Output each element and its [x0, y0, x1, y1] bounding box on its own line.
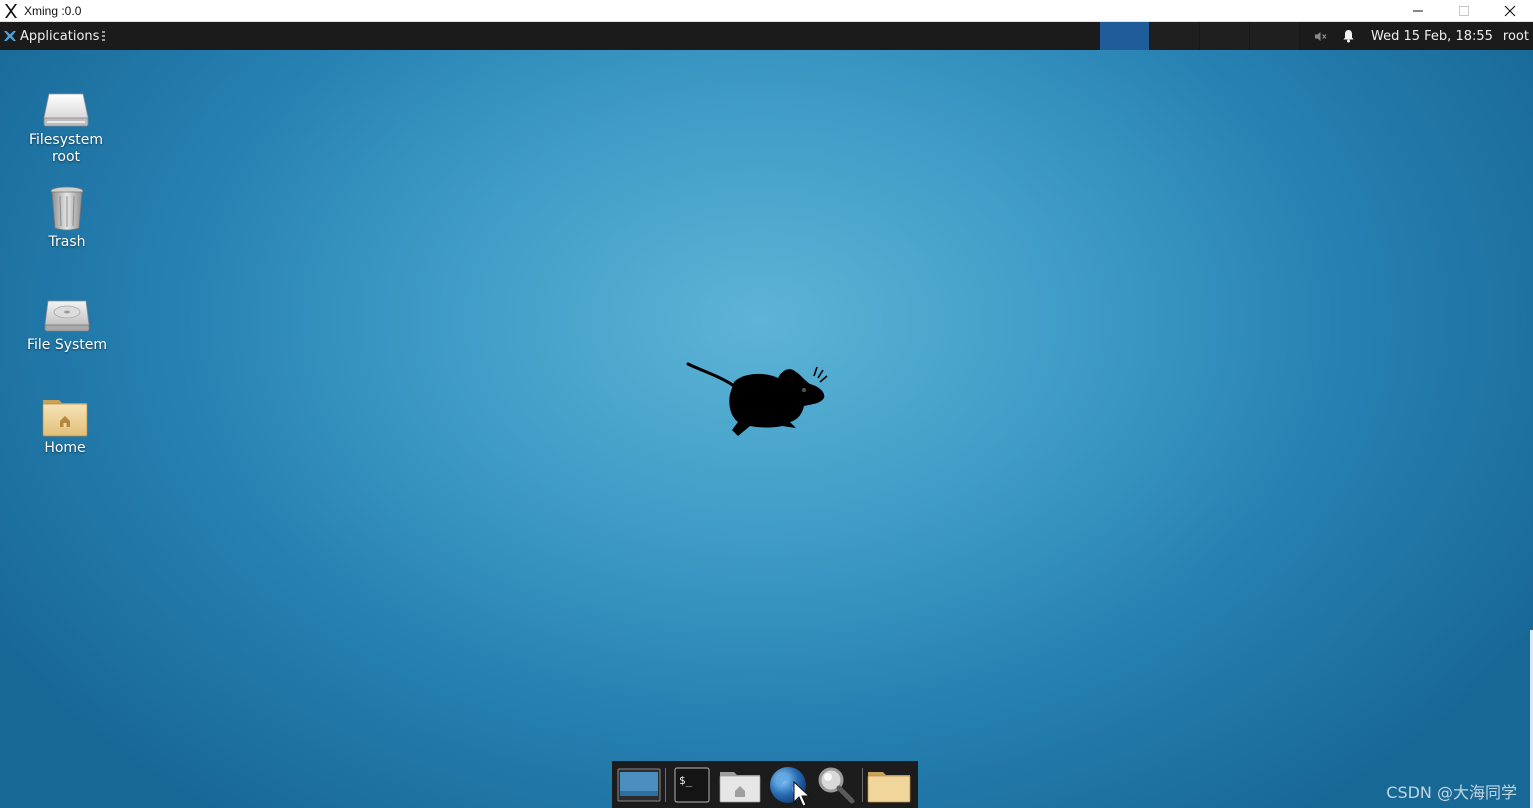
panel-handle-icon [102, 31, 106, 41]
applications-menu-label: Applications [20, 28, 100, 44]
desktop-icon-label: File System [26, 337, 108, 353]
dock-folder[interactable] [865, 763, 913, 807]
terminal-icon: $_ [674, 766, 710, 803]
dock-separator [862, 767, 863, 802]
home-folder-icon [39, 388, 91, 438]
xfce-icon [4, 31, 16, 41]
desktop-icon-label: root [51, 149, 81, 165]
window-titlebar: Xming :0.0 [0, 0, 1533, 22]
panel-clock[interactable]: Wed 15 Feb, 18:55 [1371, 29, 1493, 44]
window-controls [1395, 0, 1533, 22]
dock-separator [665, 767, 666, 802]
close-icon [1504, 5, 1516, 17]
desktop[interactable]: Filesystem root Trash File System Home $… [0, 50, 1533, 808]
maximize-icon [1459, 6, 1469, 16]
desktop-icon-file-system[interactable]: File System [17, 285, 117, 354]
maximize-button[interactable] [1441, 0, 1487, 22]
folder-icon [867, 771, 911, 802]
desktop-icon-filesystem-root[interactable]: Filesystem root [16, 80, 116, 166]
terminal-prompt: $_ [679, 774, 693, 787]
applications-menu-button[interactable]: Applications [0, 22, 109, 50]
panel-user-menu[interactable]: root [1503, 29, 1529, 44]
drive-icon [40, 80, 92, 130]
notification-bell-icon[interactable] [1341, 29, 1355, 43]
dock-terminal[interactable]: $_ [668, 763, 716, 807]
desktop-icon-label: Filesystem [28, 132, 104, 148]
desktop-icon-label: Home [44, 440, 86, 456]
watermark-text: CSDN @大海同学 [1386, 783, 1517, 802]
desktop-icon-home[interactable]: Home [15, 388, 115, 457]
trash-icon [41, 182, 93, 232]
show-desktop-icon [617, 768, 661, 801]
dock-app-finder[interactable] [812, 763, 860, 807]
workspace-3[interactable] [1200, 22, 1250, 50]
dock-show-desktop[interactable] [615, 763, 663, 807]
window-title: Xming :0.0 [24, 3, 82, 18]
workspace-4[interactable] [1250, 22, 1300, 50]
xfce-mouse-logo [686, 362, 828, 436]
home-folder-icon [719, 771, 761, 802]
top-panel: Applications Wed 15 Feb, 18:55 root [0, 22, 1533, 50]
close-button[interactable] [1487, 0, 1533, 22]
minimize-button[interactable] [1395, 0, 1441, 22]
xming-icon [5, 3, 17, 18]
magnifier-icon [818, 767, 855, 803]
dock-file-manager[interactable] [716, 763, 764, 807]
minimize-icon [1413, 10, 1423, 12]
workspace-2[interactable] [1150, 22, 1200, 50]
bottom-dock: $_ [612, 761, 918, 808]
volume-muted-icon[interactable] [1313, 29, 1327, 43]
mouse-cursor-icon [793, 781, 811, 807]
harddisk-icon [41, 285, 93, 335]
system-tray: Wed 15 Feb, 18:55 root [1313, 22, 1533, 50]
workspace-switcher [1100, 22, 1300, 50]
desktop-icon-trash[interactable]: Trash [17, 182, 117, 251]
desktop-icon-label: Trash [48, 234, 86, 250]
workspace-1[interactable] [1100, 22, 1150, 50]
